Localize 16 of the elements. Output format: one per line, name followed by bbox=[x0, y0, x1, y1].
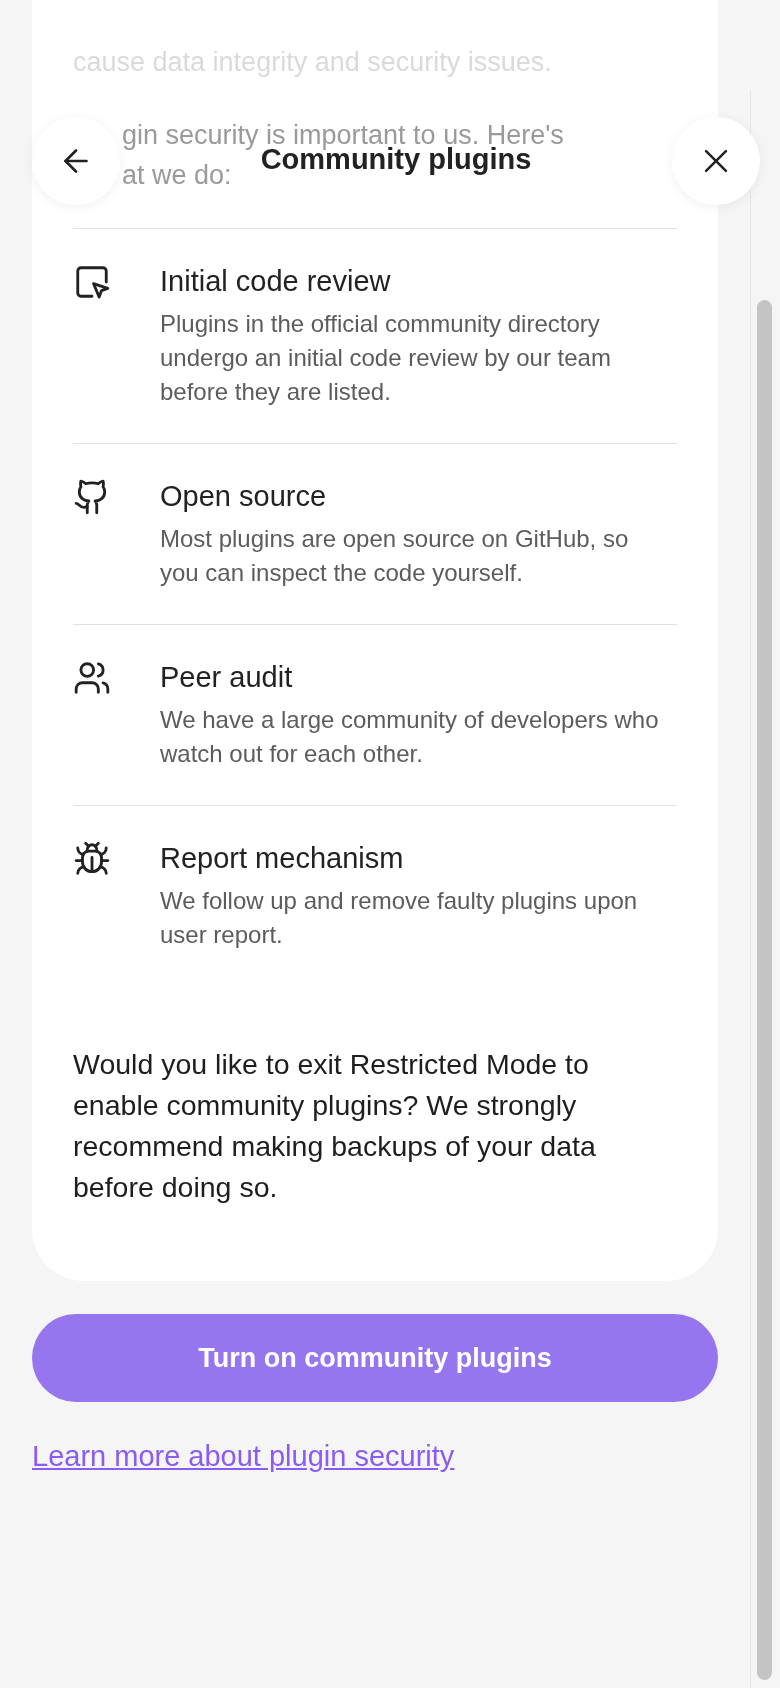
feature-title: Peer audit bbox=[160, 660, 294, 695]
faded-text: at we do: bbox=[122, 159, 232, 192]
turn-on-button[interactable]: Turn on community plugins bbox=[32, 1314, 718, 1402]
bug-icon bbox=[73, 840, 111, 878]
feature-description: We follow up and remove faulty plugins upon user report. bbox=[160, 886, 639, 950]
scrollbar-thumb[interactable] bbox=[757, 300, 772, 1680]
feature-description: We have a large community of developers who watch out for each other. bbox=[160, 705, 660, 769]
confirmation-text: Would you like to exit Restricted Mode to enable community plugins? We strongly recommend making backups of your data before doing so. bbox=[73, 1047, 597, 1205]
feature-title: Report mechanism bbox=[160, 841, 405, 876]
feature-description: Most plugins are open source on GitHub, so you can inspect the code yourself. bbox=[160, 524, 630, 588]
cursor-square-icon bbox=[73, 263, 111, 301]
users-icon bbox=[73, 659, 111, 697]
learn-more-link[interactable]: Learn more about plugin security bbox=[32, 1440, 455, 1473]
feature-description: Plugins in the official community directory undergo an initial code review by our team before they are listed. bbox=[160, 309, 612, 407]
feature-title: Initial code review bbox=[160, 264, 392, 299]
feature-title: Open source bbox=[160, 479, 328, 514]
